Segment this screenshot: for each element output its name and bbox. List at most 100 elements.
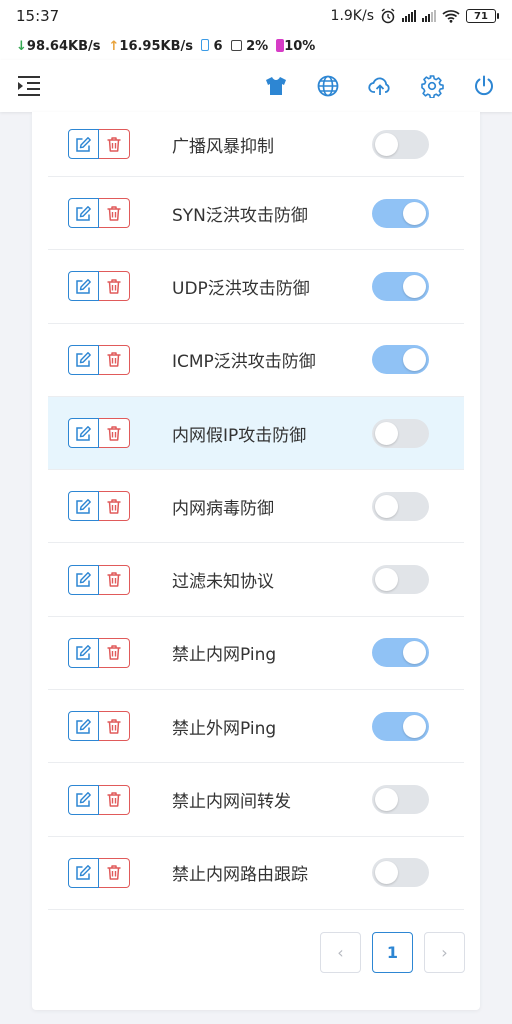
network-speed: 1.9K/s — [330, 8, 374, 24]
toggle-knob — [375, 421, 398, 445]
trash-icon — [106, 571, 122, 588]
rule-toggle[interactable] — [372, 638, 429, 668]
menu-icon[interactable] — [16, 75, 42, 97]
edit-icon — [75, 136, 92, 153]
trash-icon — [106, 718, 122, 735]
rule-label: 禁止内网间转发 — [172, 792, 291, 813]
delete-button[interactable] — [99, 857, 130, 888]
upload-arrow-icon: ↑ — [108, 38, 120, 54]
row-actions — [68, 857, 130, 888]
rule-row: 禁止内网路由跟踪 — [48, 837, 464, 910]
gear-icon[interactable] — [420, 74, 444, 98]
toggle-knob — [403, 641, 426, 665]
delete-button[interactable] — [99, 271, 130, 302]
rule-toggle[interactable] — [372, 418, 429, 448]
toggle-knob — [375, 861, 398, 885]
edit-button[interactable] — [68, 129, 99, 159]
delete-button[interactable] — [99, 198, 130, 229]
rule-label: 过滤未知协议 — [172, 572, 274, 593]
edit-button[interactable] — [68, 344, 99, 375]
battery-level: 10% — [284, 38, 316, 54]
power-icon[interactable] — [472, 74, 496, 98]
rule-toggle[interactable] — [372, 858, 429, 888]
delete-button[interactable] — [99, 344, 130, 375]
rule-toggle[interactable] — [372, 491, 429, 521]
rule-toggle[interactable] — [372, 129, 429, 159]
signal-icon-2 — [422, 10, 436, 22]
prev-page-button[interactable]: ‹ — [320, 932, 361, 973]
edit-button[interactable] — [68, 711, 99, 742]
edit-button[interactable] — [68, 637, 99, 668]
trash-icon — [106, 136, 122, 153]
edit-button[interactable] — [68, 564, 99, 595]
toggle-knob — [403, 201, 426, 225]
row-actions — [68, 344, 130, 375]
row-actions — [68, 491, 130, 522]
tshirt-icon[interactable] — [264, 74, 288, 98]
rule-label: 禁止内网Ping — [172, 645, 277, 666]
globe-icon[interactable] — [316, 74, 340, 98]
rule-row: 禁止内网间转发 — [48, 763, 464, 837]
delete-button[interactable] — [99, 711, 130, 742]
edit-icon — [75, 351, 92, 368]
next-page-button[interactable]: › — [424, 932, 465, 973]
delete-button[interactable] — [99, 784, 130, 815]
delete-button[interactable] — [99, 491, 130, 522]
rule-toggle[interactable] — [372, 345, 429, 375]
edit-icon — [75, 571, 92, 588]
row-actions — [68, 198, 130, 229]
rule-row: 过滤未知协议 — [48, 543, 464, 617]
rule-row: SYN泛洪攻击防御 — [48, 177, 464, 251]
edit-button[interactable] — [68, 198, 99, 229]
rule-toggle[interactable] — [372, 271, 429, 301]
edit-icon — [75, 205, 92, 222]
page-1-button[interactable]: 1 — [372, 932, 413, 973]
battery-charge-icon — [276, 38, 285, 52]
rule-row: 禁止外网Ping — [48, 690, 464, 764]
cloud-upload-icon[interactable] — [368, 74, 392, 98]
device-count: 6 — [213, 38, 223, 54]
edit-icon — [75, 644, 92, 661]
row-actions — [68, 271, 130, 302]
edit-icon — [75, 791, 92, 808]
rule-label: UDP泛洪攻击防御 — [172, 278, 310, 299]
toggle-knob — [375, 568, 398, 592]
edit-button[interactable] — [68, 857, 99, 888]
download-arrow-icon: ↓ — [16, 38, 27, 54]
rule-row: 广播风暴抑制 — [48, 112, 464, 177]
download-speed: 98.64KB/s — [26, 38, 101, 54]
row-actions — [68, 784, 130, 815]
delete-button[interactable] — [99, 637, 130, 668]
rule-toggle[interactable] — [372, 711, 429, 741]
row-actions — [68, 418, 130, 449]
wifi-icon — [442, 10, 460, 23]
edit-button[interactable] — [68, 784, 99, 815]
trash-icon — [106, 498, 122, 515]
toggle-knob — [375, 494, 398, 518]
cpu-icon — [230, 39, 242, 51]
trash-icon — [106, 205, 122, 222]
rule-toggle[interactable] — [372, 198, 429, 228]
rule-label: 禁止内网路由跟踪 — [172, 865, 308, 886]
net-monitor-bar: ↓98.64KB/s ↑16.95KB/s 6 2% 10% — [0, 32, 512, 60]
device-icon — [201, 38, 209, 51]
delete-button[interactable] — [99, 418, 130, 449]
edit-button[interactable] — [68, 491, 99, 522]
trash-icon — [106, 425, 122, 442]
rule-label: 内网病毒防御 — [172, 498, 274, 519]
edit-icon — [75, 425, 92, 442]
rule-label: SYN泛洪攻击防御 — [172, 205, 308, 226]
edit-icon — [75, 498, 92, 515]
toggle-knob — [403, 714, 426, 738]
rule-row: ICMP泛洪攻击防御 — [48, 324, 464, 397]
rule-label: 内网假IP攻击防御 — [172, 425, 307, 446]
delete-button[interactable] — [99, 129, 130, 159]
edit-button[interactable] — [68, 418, 99, 449]
pagination: ‹ 1 › — [320, 932, 465, 973]
edit-button[interactable] — [68, 271, 99, 302]
rule-toggle[interactable] — [372, 785, 429, 815]
delete-button[interactable] — [99, 564, 130, 595]
row-actions — [68, 711, 130, 742]
edit-icon — [75, 718, 92, 735]
rule-toggle[interactable] — [372, 565, 429, 595]
